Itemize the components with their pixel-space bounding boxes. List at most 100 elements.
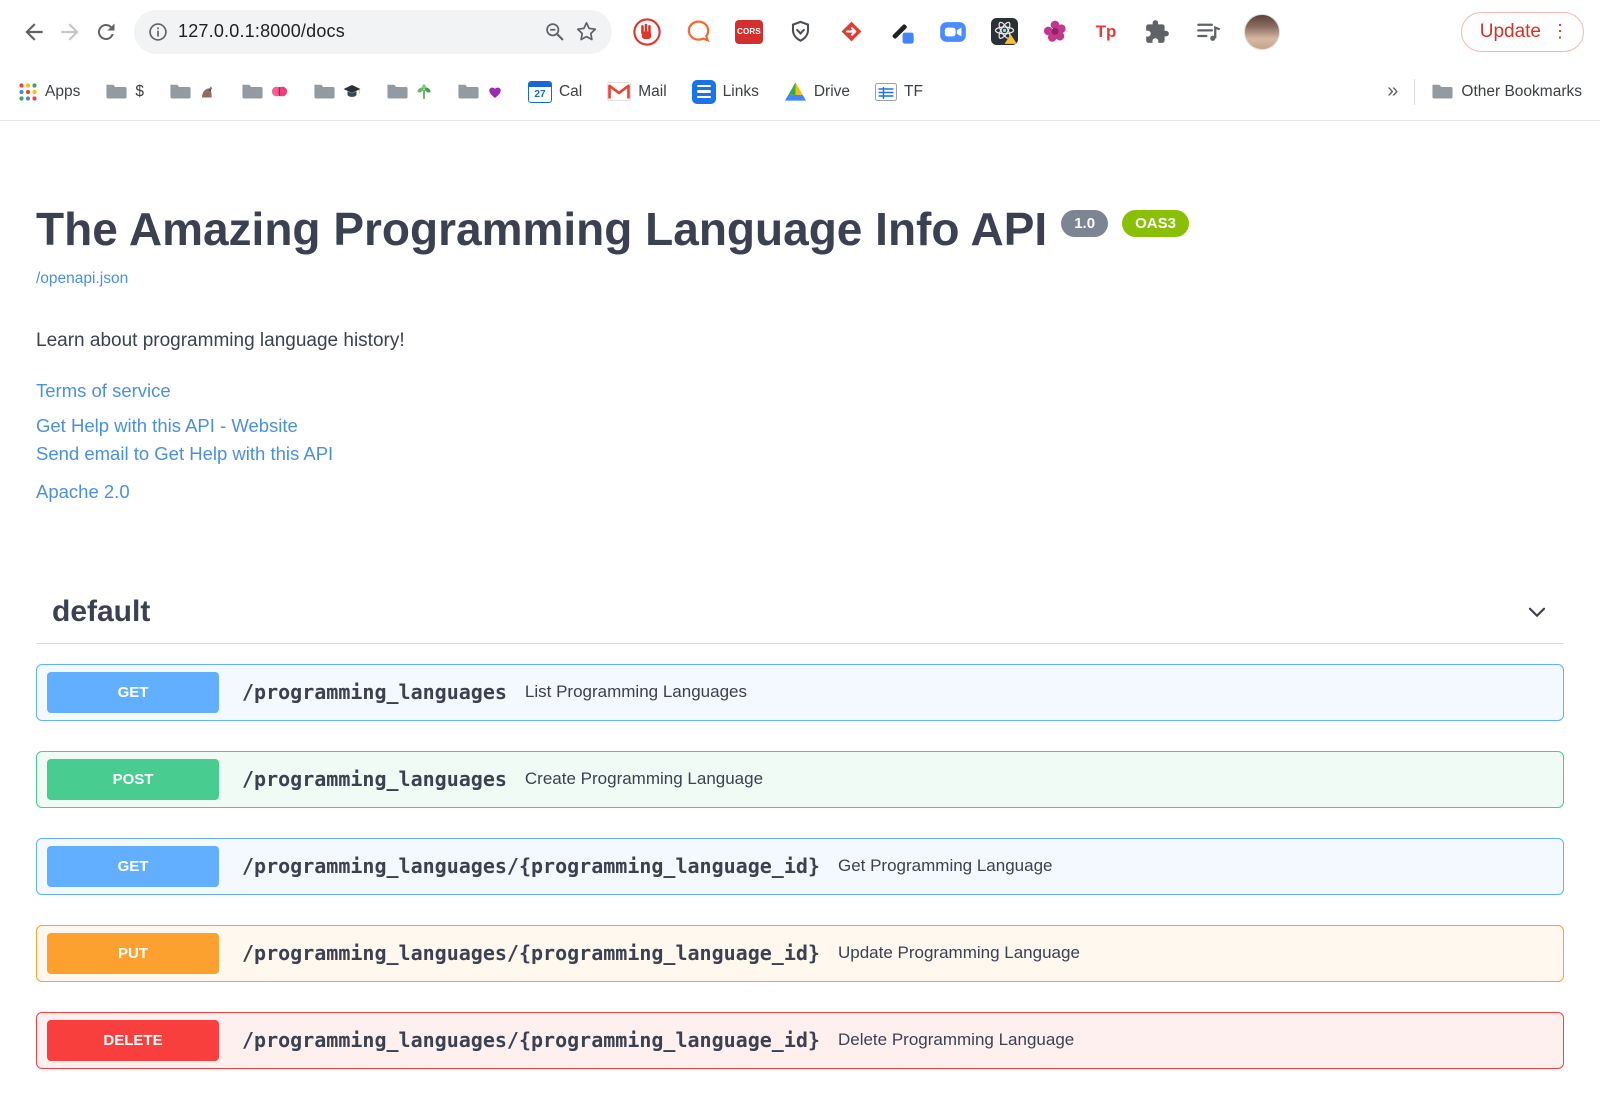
dollar-label: $ — [135, 82, 144, 100]
page-title: The Amazing Programming Language Info AP… — [36, 203, 1564, 256]
endpoint-path: /programming_languages — [242, 767, 507, 792]
purple-flower-extension-icon[interactable] — [1040, 17, 1070, 47]
version-badge: 1.0 — [1061, 210, 1109, 238]
default-tag-section: default GET /programming_languages List … — [36, 595, 1564, 1069]
apps-shortcut[interactable]: Apps — [18, 82, 80, 102]
gmail-label: Mail — [638, 82, 667, 100]
drive-label: Drive — [813, 82, 851, 100]
google-drive-icon — [784, 82, 806, 101]
back-arrow-icon — [25, 22, 43, 41]
cors-extension-icon[interactable]: CORS — [734, 17, 764, 47]
http-method-badge: DELETE — [47, 1019, 219, 1061]
shield-extension-icon[interactable] — [785, 17, 815, 47]
tag-section-header[interactable]: default — [36, 595, 1564, 644]
purple-heart-emoji-icon — [489, 87, 501, 98]
http-method-badge: PUT — [47, 932, 219, 974]
contact-email-link[interactable]: Send email to Get Help with this API — [36, 443, 333, 464]
extensions-puzzle-icon[interactable] — [1142, 17, 1172, 47]
bookmark-folder-dollar[interactable]: $ — [105, 82, 144, 101]
other-bookmarks[interactable]: Other Bookmarks — [1431, 82, 1582, 101]
bookmark-folder-purple-heart[interactable] — [457, 82, 503, 101]
endpoint-row[interactable]: DELETE /programming_languages/{programmi… — [36, 1011, 1564, 1069]
folder-icon — [387, 84, 408, 99]
reload-button[interactable] — [88, 14, 124, 50]
http-method-badge: POST — [47, 758, 219, 800]
tag-section-title: default — [52, 594, 151, 628]
links-label: Links — [722, 82, 759, 100]
endpoint-row[interactable]: GET /programming_languages List Programm… — [36, 663, 1564, 721]
calendar-label: Cal — [558, 82, 583, 100]
cors-badge-label: CORS — [735, 19, 763, 44]
bookmark-calendar[interactable]: 27 Cal — [527, 80, 583, 103]
links-icon — [691, 79, 716, 104]
reload-icon — [97, 23, 115, 40]
bookmarks-overflow-chevron-icon[interactable]: » — [1387, 80, 1398, 103]
folder-icon — [170, 84, 191, 99]
bookmark-gmail[interactable]: Mail — [607, 82, 667, 101]
http-method-badge: GET — [47, 671, 219, 713]
endpoint-row[interactable]: GET /programming_languages/{programming_… — [36, 837, 1564, 895]
address-bar[interactable]: 127.0.0.1:8000/docs — [134, 9, 612, 54]
bookmark-tf[interactable]: TF — [875, 82, 923, 101]
other-bookmarks-label: Other Bookmarks — [1461, 82, 1582, 100]
speech-bubble-extension-icon[interactable] — [683, 17, 713, 47]
calendar-icon: 27 — [527, 80, 552, 103]
color-picker-extension-icon[interactable] — [887, 17, 917, 47]
oas3-badge: OAS3 — [1122, 210, 1189, 238]
bookmark-folder-herb[interactable] — [386, 82, 432, 101]
endpoint-path: /programming_languages/{programming_lang… — [242, 941, 820, 966]
horse-emoji-icon — [201, 85, 213, 97]
bookmark-folder-brain[interactable] — [241, 82, 288, 101]
api-description: Learn about programming language history… — [36, 329, 405, 351]
swagger-page: The Amazing Programming Language Info AP… — [0, 203, 1600, 1069]
profile-avatar[interactable] — [1244, 13, 1280, 50]
folder-icon — [242, 84, 263, 99]
folder-icon — [106, 84, 127, 99]
graduation-cap-emoji-icon — [343, 85, 361, 97]
page-info-icon[interactable] — [148, 22, 168, 42]
folder-icon — [314, 84, 335, 99]
zoom-lens-icon[interactable] — [544, 21, 565, 42]
bookmark-folder-graduation[interactable] — [313, 82, 361, 101]
herb-emoji-icon — [417, 83, 431, 99]
bookmark-folder-horse[interactable] — [169, 82, 216, 101]
endpoint-row[interactable]: POST /programming_languages Create Progr… — [36, 750, 1564, 808]
forward-arrow-icon — [61, 22, 79, 41]
api-title-text: The Amazing Programming Language Info AP… — [36, 203, 1048, 255]
http-method-badge: GET — [47, 845, 219, 887]
bookmark-links[interactable]: Links — [691, 79, 759, 104]
update-button[interactable]: Update ⋮ — [1460, 11, 1584, 52]
tf-label: TF — [904, 82, 923, 100]
folder-icon — [1432, 84, 1453, 99]
update-label: Update — [1479, 20, 1541, 42]
zoom-video-extension-icon[interactable] — [938, 17, 968, 47]
three-dot-menu-icon[interactable]: ⋮ — [1551, 21, 1569, 42]
openapi-spec-link[interactable]: /openapi.json — [36, 270, 128, 288]
back-button[interactable] — [16, 14, 52, 50]
endpoint-path: /programming_languages/{programming_lang… — [242, 854, 820, 879]
apps-label: Apps — [45, 82, 81, 100]
terms-of-service-link[interactable]: Terms of service — [36, 380, 171, 401]
endpoint-summary: List Programming Languages — [524, 682, 747, 702]
browser-toolbar: 127.0.0.1:8000/docs CORS Tp Update ⋮ — [0, 0, 1600, 63]
brain-emoji-icon — [271, 86, 288, 97]
red-arrow-extension-icon[interactable] — [836, 17, 866, 47]
tp-extension-icon[interactable]: Tp — [1091, 17, 1121, 47]
extensions-row: CORS Tp — [632, 13, 1447, 50]
forward-button[interactable] — [52, 14, 88, 50]
license-link[interactable]: Apache 2.0 — [36, 481, 130, 502]
bookmarks-bar: Apps $ 27 Cal Mail Links Drive TF » Othe… — [0, 63, 1600, 121]
bookmark-star-icon[interactable] — [575, 20, 598, 43]
endpoints-list: GET /programming_languages List Programm… — [36, 663, 1564, 1069]
chevron-down-icon[interactable] — [1524, 599, 1550, 625]
url-text[interactable]: 127.0.0.1:8000/docs — [178, 21, 534, 42]
stop-hand-extension-icon[interactable] — [632, 17, 662, 47]
bookmarks-divider — [1414, 78, 1416, 105]
endpoint-summary: Create Programming Language — [524, 769, 764, 789]
atom-extension-icon[interactable] — [989, 17, 1019, 47]
media-queue-icon[interactable] — [1193, 17, 1223, 47]
endpoint-row[interactable]: PUT /programming_languages/{programming_… — [36, 924, 1564, 982]
contact-website-link[interactable]: Get Help with this API - Website — [36, 415, 298, 436]
bookmark-drive[interactable]: Drive — [784, 81, 850, 102]
tf-doc-icon — [875, 82, 898, 101]
